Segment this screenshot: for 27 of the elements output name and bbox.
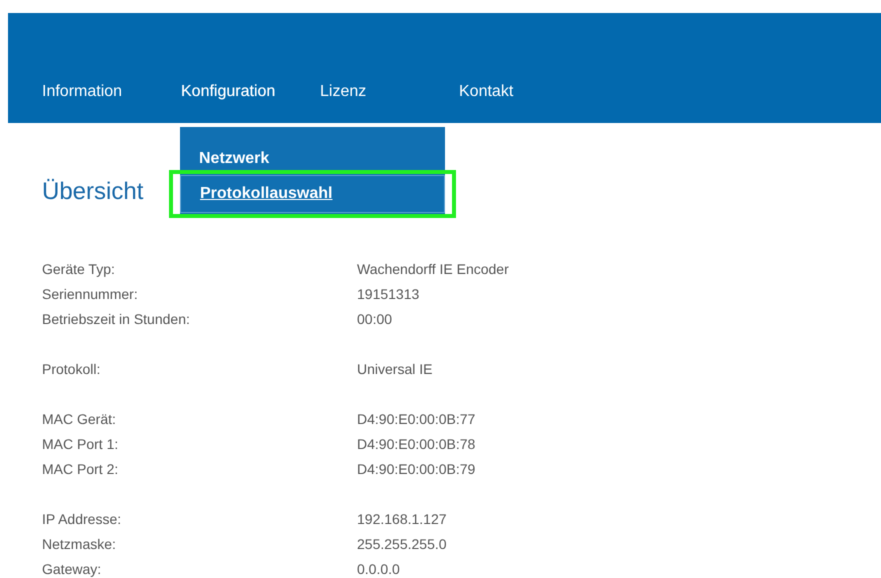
nav-link[interactable]: Information	[42, 81, 181, 103]
field-label: Betriebszeit in Stunden:	[42, 310, 191, 329]
field-label: MAC Gerät:	[42, 410, 117, 429]
field-value: 192.168.1.127	[357, 510, 447, 529]
field-label: MAC Port 2:	[42, 460, 120, 479]
field-value: 0.0.0.0	[357, 560, 400, 578]
field-label: IP Addresse:	[42, 510, 122, 529]
field-value: 00:00	[357, 310, 392, 329]
field-value: 19151313	[357, 285, 420, 304]
menu-item[interactable]: Netzwerk	[180, 147, 445, 171]
field-label: Geräte Typ:	[42, 260, 116, 279]
nav-link[interactable]: Konfiguration	[181, 81, 320, 103]
menu-item[interactable]: Protokollauswahl	[180, 175, 445, 213]
field-label: Seriennummer:	[42, 285, 139, 304]
nav-link[interactable]: Lizenz	[320, 81, 459, 103]
field-value: D4:90:E0:00:0B:78	[357, 435, 476, 454]
page-title: Übersicht	[42, 177, 144, 207]
field-label: Protokoll:	[42, 360, 102, 379]
field-label: Gateway:	[42, 560, 102, 578]
field-value: D4:90:E0:00:0B:77	[357, 410, 476, 429]
field-value: Wachendorff IE Encoder	[357, 260, 509, 279]
nav-link[interactable]: Kontakt	[459, 81, 598, 103]
field-value: Universal IE	[357, 360, 432, 379]
field-label: Netzmaske:	[42, 535, 117, 554]
field-label: MAC Port 1:	[42, 435, 120, 454]
field-value: D4:90:E0:00:0B:79	[357, 460, 476, 479]
field-value: 255.255.255.0	[357, 535, 447, 554]
